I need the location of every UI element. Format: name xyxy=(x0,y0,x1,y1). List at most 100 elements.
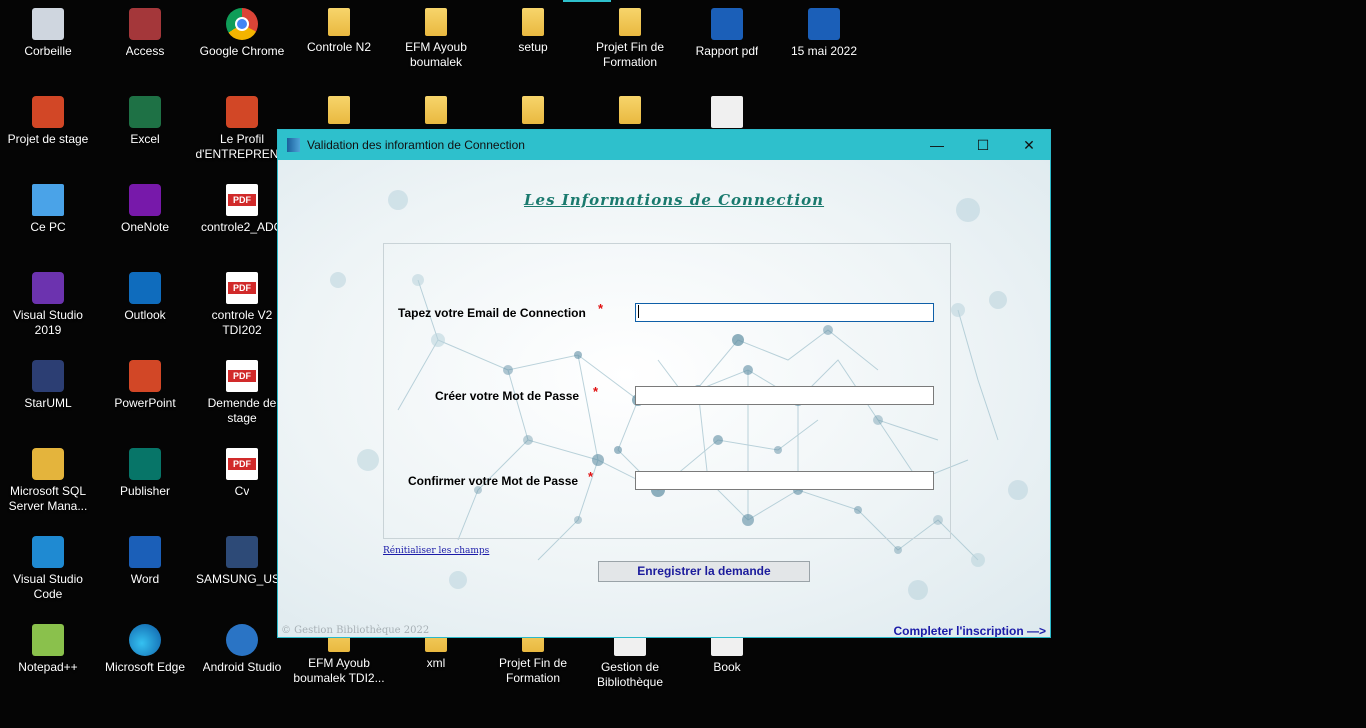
desktop-icon-label: Demende de stage xyxy=(207,396,277,425)
recycle-bin-icon xyxy=(32,8,64,40)
taskbar-accent xyxy=(563,0,611,2)
publisher-icon xyxy=(129,448,161,480)
desktop-icon-android-studio[interactable]: Android Studio xyxy=(194,624,290,675)
edge-icon xyxy=(129,624,161,656)
desktop-icon-setup[interactable]: setup xyxy=(485,8,581,55)
desktop-icon-staruml[interactable]: StarUML xyxy=(0,360,96,411)
desktop-icon-label: Word xyxy=(130,572,160,586)
word-icon xyxy=(129,536,161,568)
password-input[interactable] xyxy=(635,386,934,405)
folder-icon xyxy=(522,96,544,124)
desktop-icon-efm[interactable]: EFM Ayoub boumalek xyxy=(388,8,484,70)
desktop-icon-outlook[interactable]: Outlook xyxy=(97,272,193,323)
password-required-mark: * xyxy=(593,384,599,399)
desktop-icon-label: controle2_ADO xyxy=(200,220,284,234)
desktop-icon-label: Access xyxy=(125,44,165,58)
desktop-icon-edge[interactable]: Microsoft Edge xyxy=(97,624,193,675)
desktop-icon-label: Microsoft Edge xyxy=(104,660,186,674)
desktop-icon-folder-hidden-3[interactable] xyxy=(485,96,581,128)
desktop-icon-label: Projet Fin de Formation xyxy=(498,656,568,685)
zip-folder-icon xyxy=(328,8,350,36)
desktop-icon-excel[interactable]: Excel xyxy=(97,96,193,147)
minimize-button[interactable]: — xyxy=(914,130,960,160)
desktop-icon-onenote[interactable]: OneNote xyxy=(97,184,193,235)
email-label: Tapez votre Email de Connection xyxy=(398,306,586,320)
excel-icon xyxy=(129,96,161,128)
desktop-icon-powerpoint[interactable]: PowerPoint xyxy=(97,360,193,411)
desktop-icon-projet-fin[interactable]: Projet Fin de Formation xyxy=(582,8,678,70)
desktop-icon-vscode[interactable]: Visual Studio Code xyxy=(0,536,96,602)
chrome-icon xyxy=(226,8,258,40)
desktop-icon-publisher[interactable]: Publisher xyxy=(97,448,193,499)
password-label: Créer votre Mot de Passe xyxy=(435,389,580,403)
desktop-icon-label: setup xyxy=(518,40,548,54)
desktop-icon-label: 15 mai 2022 xyxy=(790,44,858,58)
desktop-icon-label: EFM Ayoub boumalek TDI2... xyxy=(293,656,385,685)
confirm-password-input[interactable] xyxy=(635,471,934,490)
desktop-icon-label: EFM Ayoub boumalek xyxy=(405,40,467,69)
desktop-icon-vs2019[interactable]: Visual Studio 2019 xyxy=(0,272,96,338)
desktop-icon-label: OneNote xyxy=(120,220,170,234)
window-title: Validation des inforamtion de Connection xyxy=(307,138,525,152)
visual-studio-icon xyxy=(32,272,64,304)
desktop-icon-folder-hidden-4[interactable] xyxy=(582,96,678,128)
desktop-icon-label: Visual Studio Code xyxy=(13,572,83,601)
desktop-icon-folder-hidden-2[interactable] xyxy=(388,96,484,128)
desktop-icon-sql-server[interactable]: Microsoft SQL Server Mana... xyxy=(0,448,96,514)
desktop-icon-label: Controle N2 xyxy=(306,40,372,54)
desktop-icon-label: Projet de stage xyxy=(7,132,89,146)
form-heading: Les Informations de Connection xyxy=(524,191,825,209)
desktop-icon-samsung[interactable]: SAMSUNG_USB xyxy=(194,536,290,587)
desktop-icon-word[interactable]: Word xyxy=(97,536,193,587)
submit-request-button[interactable]: Enregistrer la demande xyxy=(598,561,810,582)
reset-fields-link[interactable]: Rénitialiser les champs xyxy=(383,546,489,556)
database-file-icon xyxy=(711,96,743,128)
desktop-icon-15-mai[interactable]: 15 mai 2022 xyxy=(776,8,872,59)
confirm-password-label: Confirmer votre Mot de Passe xyxy=(408,474,579,488)
sql-server-icon xyxy=(32,448,64,480)
desktop-icon-controle2[interactable]: controle2_ADO xyxy=(194,184,290,235)
desktop-icon-corbeille[interactable]: Corbeille xyxy=(0,8,96,59)
desktop-icon-label: StarUML xyxy=(24,396,72,410)
desktop-icon-ce-pc[interactable]: Ce PC xyxy=(0,184,96,235)
desktop-icon-notepadpp[interactable]: Notepad++ xyxy=(0,624,96,675)
maximize-button[interactable]: ☐ xyxy=(960,130,1006,160)
outlook-icon xyxy=(129,272,161,304)
desktop-icon-controle-v2[interactable]: controle V2 TDI202 xyxy=(194,272,290,338)
title-bar[interactable]: Validation des inforamtion de Connection… xyxy=(278,130,1050,160)
folder-icon xyxy=(425,96,447,124)
desktop-icon-database-hidden[interactable] xyxy=(679,96,775,132)
desktop-icon-chrome[interactable]: Google Chrome xyxy=(194,8,290,59)
desktop-icon-label: Google Chrome xyxy=(199,44,285,58)
desktop-icon-label: Gestion de Bibliothèque xyxy=(596,660,664,689)
folder-icon xyxy=(522,8,544,36)
email-input[interactable] xyxy=(635,303,934,322)
pdf-icon xyxy=(226,360,258,392)
staruml-icon xyxy=(32,360,64,392)
desktop-icon-folder-hidden-1[interactable] xyxy=(291,96,387,128)
vscode-icon xyxy=(32,536,64,568)
complete-registration-link[interactable]: Completer l'inscription —> xyxy=(893,624,1046,637)
powerpoint-doc-icon xyxy=(32,96,64,128)
connection-window: Validation des inforamtion de Connection… xyxy=(277,129,1051,638)
installer-icon xyxy=(226,536,258,568)
computer-icon xyxy=(32,184,64,216)
desktop-icon-rapport[interactable]: Rapport pdf xyxy=(679,8,775,59)
app-book-icon xyxy=(287,138,300,152)
desktop-icon-label: Android Studio xyxy=(202,660,282,674)
desktop-icon-label: Microsoft SQL Server Mana... xyxy=(8,484,88,513)
desktop-icon-label: PowerPoint xyxy=(114,396,176,410)
text-caret xyxy=(638,305,639,318)
close-button[interactable]: ✕ xyxy=(1006,130,1052,160)
desktop-icon-controle-n2[interactable]: Controle N2 xyxy=(291,8,387,55)
desktop-icon-label: Corbeille xyxy=(24,44,72,58)
access-icon xyxy=(129,8,161,40)
desktop-icon-label: Visual Studio 2019 xyxy=(13,308,83,337)
desktop-icon-access[interactable]: Access xyxy=(97,8,193,59)
desktop-icon-projet-stage[interactable]: Projet de stage xyxy=(0,96,96,147)
desktop-icon-cv[interactable]: Cv xyxy=(194,448,290,499)
desktop-icon-profil[interactable]: Le Profil d'ENTREPREN... xyxy=(194,96,290,162)
desktop-icon-demende[interactable]: Demende de stage xyxy=(194,360,290,426)
desktop-icon-label: Rapport pdf xyxy=(695,44,759,58)
form-client-area: Les Informations de Connection Tapez vot… xyxy=(278,160,1050,637)
